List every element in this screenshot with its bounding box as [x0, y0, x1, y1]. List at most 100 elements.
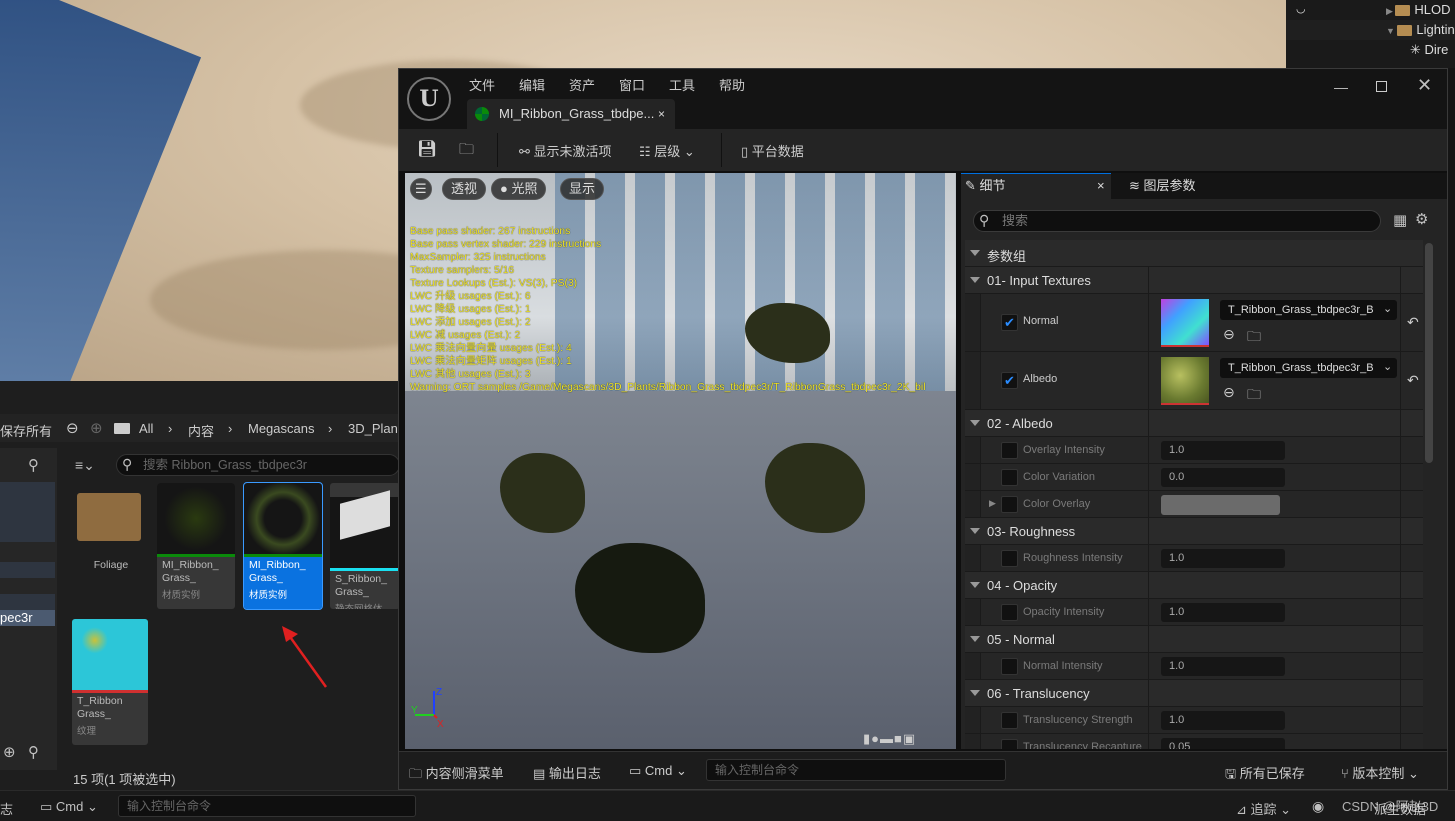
reset-to-default-icon[interactable]: ↶ [1407, 314, 1419, 331]
param-value-input[interactable]: 1.0 [1161, 549, 1285, 568]
preview-mesh-buttons[interactable]: ▮●▬■▣ [863, 731, 916, 747]
output-log-button[interactable]: 志 [0, 799, 13, 818]
table-view-icon[interactable]: ▦ [1393, 211, 1407, 229]
close-tab-icon[interactable]: × [1097, 173, 1105, 199]
asset-tile-selected[interactable]: MI_Ribbon_ Grass_ 材质实例 [243, 482, 323, 610]
console-input[interactable]: 输入控制台命令 [706, 759, 1006, 781]
forward-icon[interactable]: ⊕ [90, 419, 103, 437]
tab-details[interactable]: ✎ 细节 [965, 173, 1006, 199]
details-search-input[interactable]: 搜索 [973, 210, 1381, 232]
param-group-header[interactable]: 参数组 [965, 240, 1423, 267]
asset-search-input[interactable]: 搜索 Ribbon_Grass_tbdpec3r [116, 454, 400, 476]
browse-icon[interactable]: 🗀︎ [1247, 326, 1261, 350]
param-value-input[interactable]: 1.0 [1161, 711, 1285, 730]
version-control-dropdown[interactable]: ⑂ 版本控制 ⌄ [1341, 763, 1419, 782]
show-inactive-button[interactable]: ⚯ 显示未激活项 [519, 141, 612, 160]
param-value-input[interactable]: 0.0 [1161, 468, 1285, 487]
settings-gear-icon[interactable]: ⚙ [1415, 210, 1428, 228]
content-drawer-button[interactable]: 🗀︎ 内容侧滑菜单 [409, 763, 504, 787]
tree-row[interactable] [0, 594, 55, 610]
asset-tile-folder[interactable]: Foliage [72, 483, 150, 609]
outliner-item[interactable]: ▼ Lightin [1286, 20, 1455, 40]
collapse-arrow-icon[interactable] [970, 690, 980, 696]
override-checkbox[interactable] [1001, 550, 1018, 567]
browse-asset-icon[interactable]: 🗀︎ [459, 139, 474, 164]
param-group-2[interactable]: 03- Roughness [965, 518, 1423, 545]
save-all-button[interactable]: 保存所有 [0, 421, 52, 440]
collapse-arrow-icon[interactable] [970, 528, 980, 534]
override-checkbox[interactable] [1001, 739, 1018, 749]
collapse-arrow-icon[interactable] [970, 420, 980, 426]
tree-item-selected[interactable]: pec3r [0, 610, 55, 626]
use-selected-icon[interactable]: ⊖ [1223, 384, 1235, 401]
cmd-dropdown[interactable]: ▭ Cmd ⌄ [629, 763, 687, 779]
output-log-button[interactable]: ▤ 输出日志 [533, 763, 601, 782]
add-icon[interactable]: ⊕ [3, 743, 16, 761]
param-group-3[interactable]: 04 - Opacity [965, 572, 1423, 599]
texture-picker[interactable]: T_Ribbon_Grass_tbdpec3r_B [1220, 300, 1397, 320]
texture-thumbnail[interactable] [1161, 357, 1209, 405]
override-checkbox[interactable] [1001, 469, 1018, 486]
save-icon[interactable]: 💾︎ [417, 139, 437, 159]
console-input[interactable]: 输入控制台命令 [118, 795, 416, 817]
all-saved-button[interactable]: 🖫 所有已保存 [1225, 763, 1305, 787]
collapse-arrow-icon[interactable] [970, 582, 980, 588]
hierarchy-dropdown[interactable]: ☷ 层级 ⌄ [639, 141, 695, 160]
asset-tile[interactable]: T_Ribbon Grass_ 纹理 [72, 619, 148, 745]
tree-row[interactable] [0, 482, 55, 542]
back-icon[interactable]: ⊖ [66, 419, 79, 437]
param-value-input[interactable]: 1.0 [1161, 441, 1285, 460]
menu-edit[interactable]: 编辑 [519, 75, 545, 94]
perspective-button[interactable]: 透视 [442, 178, 487, 200]
asset-tile[interactable]: MI_Ribbon_ Grass_ 材质实例 [157, 483, 235, 609]
viewport-menu-icon[interactable]: ☰ [410, 178, 432, 200]
maximize-icon[interactable] [1376, 81, 1387, 92]
platform-stats-button[interactable]: ▯ 平台数据 [741, 141, 804, 160]
browse-icon[interactable]: 🗀︎ [1247, 384, 1261, 408]
param-group-0[interactable]: 01- Input Textures [965, 267, 1423, 294]
param-group-1[interactable]: 02 - Albedo [965, 410, 1423, 437]
breadcrumb-megascans[interactable]: Megascans [248, 421, 314, 436]
collapse-arrow-icon[interactable] [970, 277, 980, 283]
texture-thumbnail[interactable] [1161, 299, 1209, 347]
expand-arrow-icon[interactable]: ▶ [989, 498, 996, 509]
trace-dropdown[interactable]: ⊿ 追踪 ⌄ [1236, 799, 1291, 818]
outliner-item[interactable]: ▶ HLOD [1286, 0, 1455, 20]
override-checkbox[interactable] [1001, 442, 1018, 459]
unreal-logo[interactable]: U [407, 77, 451, 121]
param-group-5[interactable]: 06 - Translucency [965, 680, 1423, 707]
close-window-icon[interactable]: ✕ [1417, 75, 1432, 96]
reset-to-default-icon[interactable]: ↶ [1407, 372, 1419, 389]
menu-help[interactable]: 帮助 [719, 75, 745, 94]
search-icon[interactable]: ⚲ [28, 743, 39, 761]
menu-window[interactable]: 窗口 [619, 75, 645, 94]
override-checkbox[interactable]: ✔ [1001, 314, 1018, 331]
override-checkbox[interactable] [1001, 604, 1018, 621]
outliner-item[interactable]: ✳ Dire [1286, 40, 1455, 60]
tab-layer-parameters[interactable]: ≋ 图层参数 [1129, 173, 1196, 199]
override-checkbox[interactable] [1001, 658, 1018, 675]
search-icon[interactable]: ⚲ [28, 456, 39, 474]
asset-tab[interactable]: MI_Ribbon_Grass_tbdpe... × [467, 99, 675, 129]
close-tab-icon[interactable]: × [658, 99, 665, 129]
color-swatch[interactable] [1161, 495, 1280, 515]
lighting-button[interactable]: ● 光照 [491, 178, 547, 200]
menu-file[interactable]: 文件 [469, 75, 495, 94]
param-value-input[interactable]: 0.05 [1161, 738, 1285, 749]
collapse-arrow-icon[interactable] [970, 250, 980, 256]
insights-icon[interactable]: ◉ [1312, 798, 1324, 815]
tree-row[interactable] [0, 562, 55, 578]
breadcrumb-all[interactable]: All [139, 421, 153, 436]
breadcrumb-3d-plants[interactable]: 3D_Plant [348, 421, 401, 436]
filter-icon[interactable]: ≡⌄ [75, 457, 95, 474]
param-value-input[interactable]: 1.0 [1161, 603, 1285, 622]
override-checkbox[interactable] [1001, 712, 1018, 729]
menu-tools[interactable]: 工具 [669, 75, 695, 94]
minimize-icon[interactable]: — [1334, 79, 1348, 95]
show-button[interactable]: 显示 [560, 178, 605, 200]
override-checkbox[interactable]: ✔ [1001, 372, 1018, 389]
param-group-4[interactable]: 05 - Normal [965, 626, 1423, 653]
scrollbar[interactable] [1425, 243, 1433, 463]
preview-viewport[interactable]: ☰ 透视 ● 光照 显示 Base pass shader: 267 instr… [405, 173, 956, 749]
menu-asset[interactable]: 资产 [569, 75, 595, 94]
